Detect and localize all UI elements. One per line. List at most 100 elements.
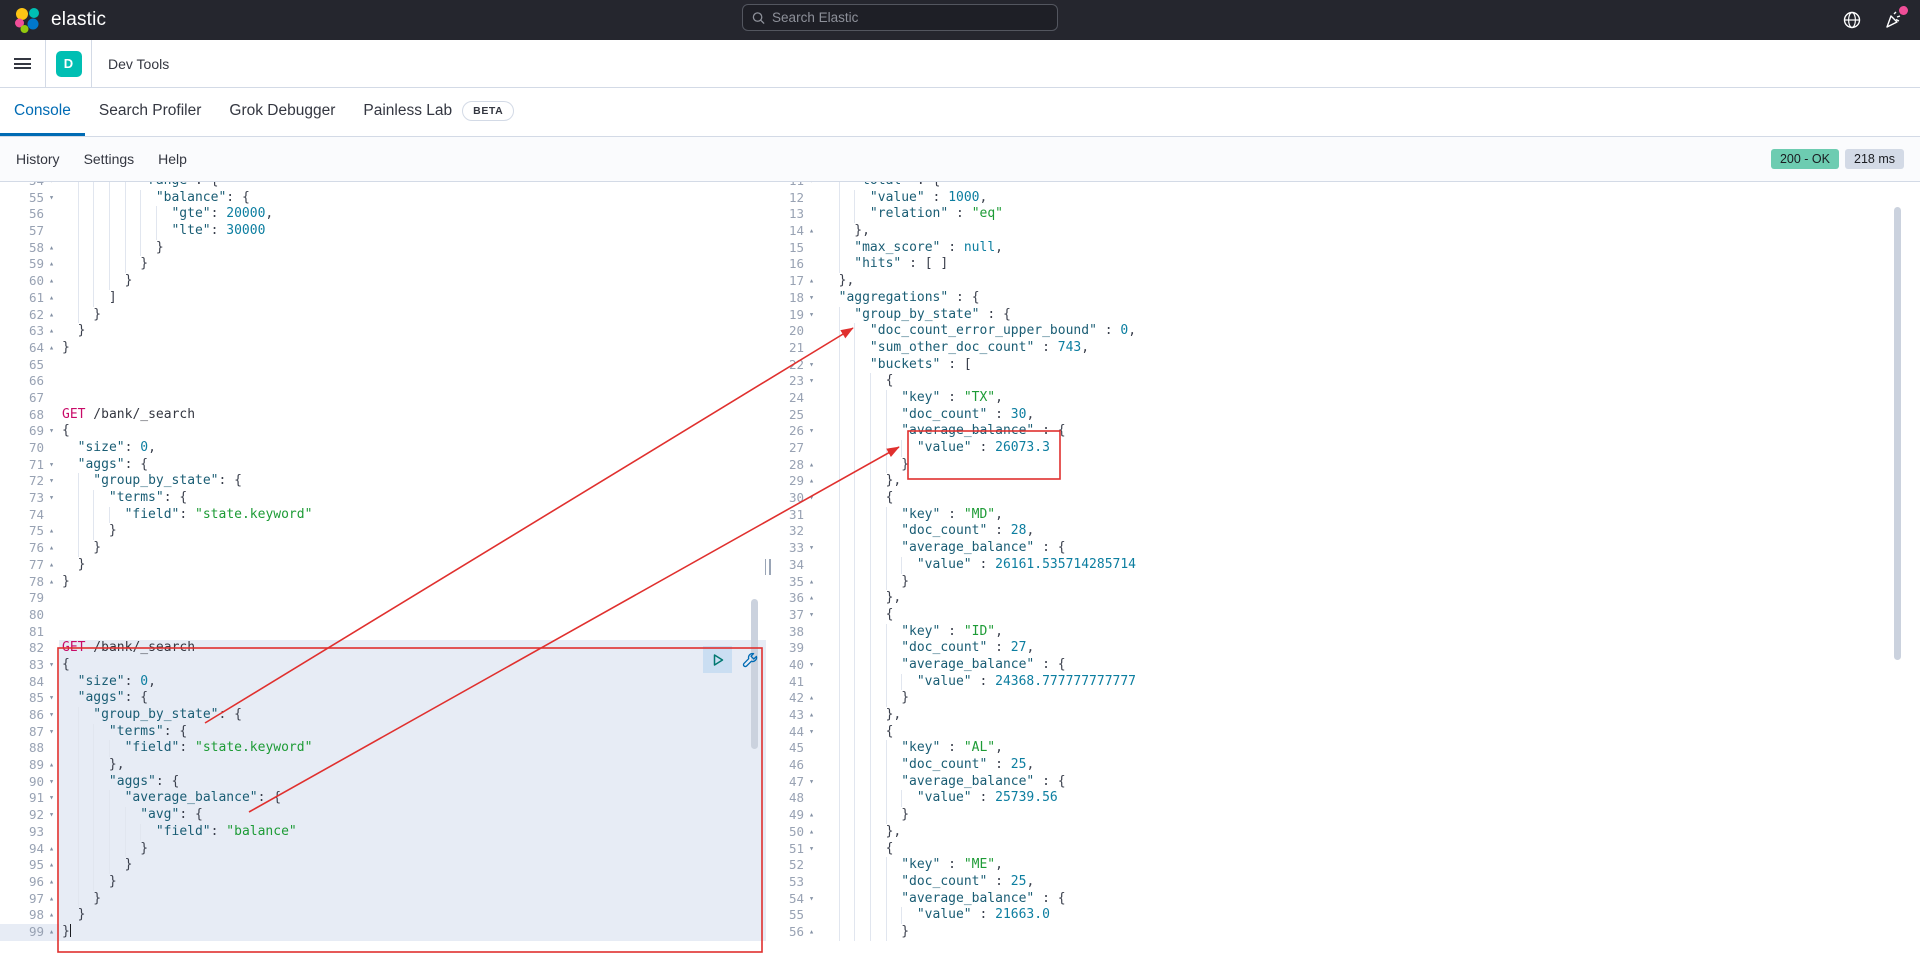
tab-painless-lab[interactable]: Painless LabBETA: [349, 88, 528, 136]
fold-toggle-icon[interactable]: ▴: [44, 574, 59, 591]
fold-toggle-icon[interactable]: ▴: [44, 891, 59, 908]
editor-line[interactable]: 82GET /bank/_search: [0, 640, 766, 657]
fold-toggle-icon[interactable]: ▾: [44, 724, 59, 741]
fold-toggle-icon[interactable]: ▾: [804, 657, 819, 674]
fold-toggle-icon[interactable]: ▾: [804, 490, 819, 507]
fold-toggle-icon[interactable]: ▾: [804, 357, 819, 374]
fold-toggle-icon[interactable]: ▴: [44, 874, 59, 891]
global-search[interactable]: [742, 4, 1058, 31]
fold-toggle-icon[interactable]: ▴: [804, 457, 819, 474]
fold-toggle-icon[interactable]: ▾: [804, 423, 819, 440]
response-scrollbar[interactable]: [1894, 207, 1901, 660]
editor-line[interactable]: 55▾"balance": {: [0, 190, 766, 207]
editor-line[interactable]: 68GET /bank/_search: [0, 407, 766, 424]
editor-line[interactable]: 92▾"avg": {: [0, 807, 766, 824]
fold-toggle-icon[interactable]: ▴: [44, 340, 59, 357]
fold-toggle-icon[interactable]: ▴: [804, 707, 819, 724]
fold-toggle-icon[interactable]: ▴: [804, 473, 819, 490]
editor-line[interactable]: 71▾"aggs": {: [0, 457, 766, 474]
fold-toggle-icon[interactable]: ▾: [44, 807, 59, 824]
editor-line[interactable]: 94▴}: [0, 841, 766, 858]
app-badge-wrap[interactable]: D: [46, 40, 92, 87]
editor-line[interactable]: 56"gte": 20000,: [0, 206, 766, 223]
editor-line[interactable]: 66: [0, 373, 766, 390]
editor-line[interactable]: 62▴}: [0, 307, 766, 324]
tab-search-profiler[interactable]: Search Profiler: [85, 88, 216, 136]
fold-toggle-icon[interactable]: ▴: [804, 273, 819, 290]
editor-line[interactable]: 76▴}: [0, 540, 766, 557]
editor-line[interactable]: 72▾"group_by_state": {: [0, 473, 766, 490]
editor-line[interactable]: 87▾"terms": {: [0, 724, 766, 741]
editor-line[interactable]: 97▴}: [0, 891, 766, 908]
editor-line[interactable]: 85▾"aggs": {: [0, 690, 766, 707]
editor-line[interactable]: 74"field": "state.keyword": [0, 507, 766, 524]
fold-toggle-icon[interactable]: ▾: [804, 841, 819, 858]
editor-line[interactable]: 73▾"terms": {: [0, 490, 766, 507]
fold-toggle-icon[interactable]: ▴: [44, 290, 59, 307]
fold-toggle-icon[interactable]: ▾: [44, 423, 59, 440]
fold-toggle-icon[interactable]: ▴: [44, 540, 59, 557]
editor-line[interactable]: 59▴}: [0, 256, 766, 273]
fold-toggle-icon[interactable]: ▴: [44, 323, 59, 340]
tab-console[interactable]: Console: [0, 88, 85, 136]
menu-toggle-icon[interactable]: [0, 40, 46, 87]
fold-toggle-icon[interactable]: ▴: [804, 807, 819, 824]
request-options-button[interactable]: [737, 646, 762, 673]
fold-toggle-icon[interactable]: ▴: [44, 841, 59, 858]
editor-line[interactable]: 58▴}: [0, 240, 766, 257]
editor-line[interactable]: 81: [0, 624, 766, 641]
editor-scrollbar[interactable]: [751, 599, 758, 749]
fold-toggle-icon[interactable]: ▴: [804, 690, 819, 707]
fold-toggle-icon[interactable]: ▴: [44, 240, 59, 257]
fold-toggle-icon[interactable]: ▾: [804, 540, 819, 557]
fold-toggle-icon[interactable]: ▴: [44, 256, 59, 273]
fold-toggle-icon[interactable]: ▴: [44, 907, 59, 924]
fold-toggle-icon[interactable]: ▾: [804, 307, 819, 324]
help-icon[interactable]: [1842, 10, 1862, 30]
fold-toggle-icon[interactable]: ▴: [44, 924, 59, 941]
editor-line[interactable]: 84"size": 0,: [0, 674, 766, 691]
editor-line[interactable]: 75▴}: [0, 523, 766, 540]
fold-toggle-icon[interactable]: ▾: [804, 290, 819, 307]
search-input[interactable]: [772, 10, 1048, 25]
editor-line[interactable]: 70"size": 0,: [0, 440, 766, 457]
fold-toggle-icon[interactable]: ▴: [44, 273, 59, 290]
editor-line[interactable]: 79: [0, 590, 766, 607]
fold-toggle-icon[interactable]: ▾: [44, 790, 59, 807]
editor-line[interactable]: 90▾"aggs": {: [0, 774, 766, 791]
newsfeed-icon[interactable]: [1884, 10, 1904, 30]
editor-line[interactable]: 54▾"range": {: [0, 182, 766, 190]
editor-line[interactable]: 69▾{: [0, 423, 766, 440]
menu-help[interactable]: Help: [158, 151, 187, 167]
fold-toggle-icon[interactable]: ▴: [44, 523, 59, 540]
editor-line[interactable]: 78▴}: [0, 574, 766, 591]
editor-line[interactable]: 98▴}: [0, 907, 766, 924]
editor-line[interactable]: 57"lte": 30000: [0, 223, 766, 240]
fold-toggle-icon[interactable]: ▾: [804, 724, 819, 741]
editor-panel[interactable]: 54▾"range": {55▾"balance": {56"gte": 200…: [0, 182, 766, 958]
editor-line[interactable]: 67: [0, 390, 766, 407]
menu-history[interactable]: History: [16, 151, 60, 167]
editor-line[interactable]: 64▴}: [0, 340, 766, 357]
editor-line[interactable]: 77▴}: [0, 557, 766, 574]
editor-line[interactable]: 89▴},: [0, 757, 766, 774]
menu-settings[interactable]: Settings: [84, 151, 135, 167]
editor-line[interactable]: 65: [0, 357, 766, 374]
fold-toggle-icon[interactable]: ▾: [44, 490, 59, 507]
fold-toggle-icon[interactable]: ▾: [804, 373, 819, 390]
fold-toggle-icon[interactable]: ▴: [804, 590, 819, 607]
fold-toggle-icon[interactable]: ▴: [44, 557, 59, 574]
fold-toggle-icon[interactable]: ▴: [804, 223, 819, 240]
fold-toggle-icon[interactable]: ▴: [804, 574, 819, 591]
fold-toggle-icon[interactable]: ▴: [44, 307, 59, 324]
fold-toggle-icon[interactable]: ▴: [804, 924, 819, 941]
elastic-brand[interactable]: elastic: [0, 7, 106, 34]
editor-line[interactable]: 99▴}: [0, 924, 766, 941]
editor-line[interactable]: 61▴]: [0, 290, 766, 307]
fold-toggle-icon[interactable]: ▾: [804, 774, 819, 791]
editor-line[interactable]: 80: [0, 607, 766, 624]
fold-toggle-icon[interactable]: ▾: [804, 182, 819, 190]
fold-toggle-icon[interactable]: ▴: [44, 857, 59, 874]
fold-toggle-icon[interactable]: ▾: [44, 657, 59, 674]
editor-line[interactable]: 86▾"group_by_state": {: [0, 707, 766, 724]
